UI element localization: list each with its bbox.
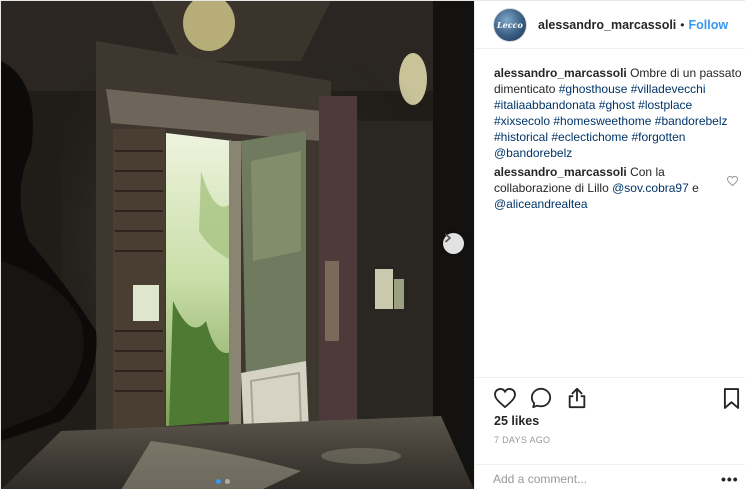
- caption-comment: alessandro_marcassoli Ombre di un passat…: [494, 65, 742, 161]
- header-separator: •: [680, 17, 685, 32]
- hashtag-link[interactable]: #bandorebelz: [655, 114, 728, 128]
- comment-button[interactable]: [529, 386, 553, 410]
- post-header: Lecco alessandro_marcassoli • Follow: [475, 1, 745, 49]
- hashtag-link[interactable]: #lostplace: [638, 98, 692, 112]
- hashtag-link[interactable]: #eclectichome: [551, 130, 628, 144]
- next-photo-button[interactable]: [443, 233, 464, 254]
- post-date[interactable]: 7 DAYS AGO: [494, 435, 550, 445]
- follow-button[interactable]: Follow: [688, 18, 728, 32]
- post-photo[interactable]: [1, 1, 474, 489]
- bookmark-icon: [723, 387, 739, 409]
- hashtag-link[interactable]: #ghost: [599, 98, 635, 112]
- comment-conjunction: e: [692, 181, 699, 195]
- share-icon: [568, 387, 586, 409]
- mention-link[interactable]: @sov.cobra97: [612, 181, 689, 195]
- carousel-dot-active: [216, 479, 221, 484]
- carousel-dot: [225, 479, 230, 484]
- comment-input[interactable]: [493, 469, 693, 489]
- hashtag-link[interactable]: #forgotten: [631, 130, 685, 144]
- comment: alessandro_marcassoli Con la collaborazi…: [494, 164, 742, 212]
- heart-icon: [494, 388, 516, 408]
- avatar[interactable]: Lecco: [493, 7, 527, 42]
- post-side-panel: Lecco alessandro_marcassoli • Follow ale…: [474, 1, 745, 489]
- heart-outline-icon: [727, 175, 738, 187]
- add-comment-bar: •••: [475, 464, 745, 489]
- mention-link[interactable]: @aliceandrealtea: [494, 197, 588, 211]
- likes-count[interactable]: 25 likes: [494, 414, 539, 428]
- comment-username[interactable]: alessandro_marcassoli: [494, 66, 627, 80]
- like-comment-button[interactable]: [727, 174, 738, 190]
- action-icons: [493, 386, 589, 410]
- comment-username[interactable]: alessandro_marcassoli: [494, 165, 627, 179]
- hashtag-link[interactable]: #italiaabbandonata: [494, 98, 595, 112]
- instagram-post: Lecco alessandro_marcassoli • Follow ale…: [0, 0, 745, 489]
- author-username[interactable]: alessandro_marcassoli: [538, 18, 676, 32]
- carousel-indicator: [216, 479, 230, 484]
- abandoned-villa-image: [1, 1, 474, 489]
- hashtag-link[interactable]: #villadevecchi: [631, 82, 706, 96]
- comment-icon: [530, 387, 552, 409]
- hashtag-link[interactable]: #ghosthouse: [559, 82, 628, 96]
- post-actions: 25 likes 7 DAYS AGO •••: [475, 377, 745, 489]
- avatar-logo-text: Lecco: [497, 19, 523, 30]
- hashtag-link[interactable]: #xixsecolo: [494, 114, 550, 128]
- hashtag-link[interactable]: #historical: [494, 130, 548, 144]
- chevron-right-icon: [445, 233, 451, 243]
- like-button[interactable]: [493, 386, 517, 410]
- save-button[interactable]: [719, 386, 743, 410]
- hashtag-link[interactable]: #homesweethome: [553, 114, 651, 128]
- mention-link[interactable]: @bandorebelz: [494, 146, 572, 160]
- more-options-button[interactable]: •••: [721, 471, 739, 487]
- share-button[interactable]: [565, 386, 589, 410]
- comments-list: alessandro_marcassoli Ombre di un passat…: [494, 65, 742, 215]
